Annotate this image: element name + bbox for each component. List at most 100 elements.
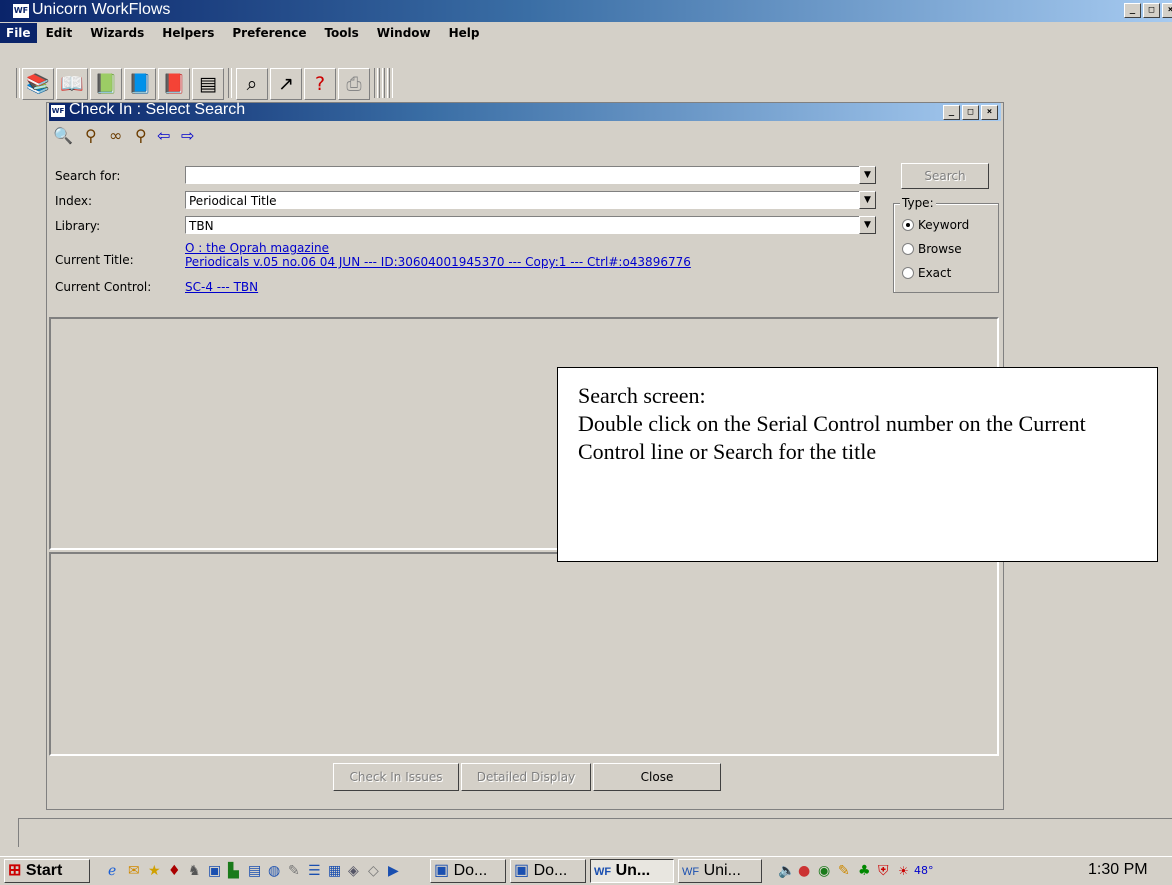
right-arrow-icon[interactable]: ⇨: [181, 125, 194, 147]
menu-edit[interactable]: Edit: [37, 26, 82, 40]
app-icon-9[interactable]: ◇: [368, 862, 379, 880]
minimize-button[interactable]: _: [1124, 3, 1141, 18]
task-unicorn-2-label: Uni...: [703, 862, 741, 879]
app-icon-10[interactable]: ▶: [388, 862, 399, 880]
task-doc-2[interactable]: ▣ Do...: [510, 859, 586, 883]
radio-browse[interactable]: Browse: [902, 242, 962, 256]
radio-exact-label: Exact: [918, 266, 952, 280]
word-icon[interactable]: ▣: [208, 862, 221, 880]
child-title-bar: WF Check In : Select Search _ □ ×: [49, 101, 1001, 121]
menu-preference[interactable]: Preference: [223, 26, 315, 40]
menu-wizards[interactable]: Wizards: [81, 26, 153, 40]
search-button[interactable]: Search: [901, 163, 989, 189]
menu-file[interactable]: File: [0, 23, 37, 43]
weather-icon[interactable]: ☀: [898, 862, 909, 880]
radio-keyword[interactable]: Keyword: [902, 218, 969, 232]
app-icon-1[interactable]: ♦: [168, 862, 181, 880]
current-title-label: Current Title:: [55, 253, 134, 267]
index-select[interactable]: Periodical Title: [185, 191, 873, 209]
radio-browse-dot[interactable]: [902, 243, 914, 255]
weather-temp: 48°: [914, 864, 934, 877]
word-doc-icon: ▣: [514, 862, 530, 879]
app-icon-2[interactable]: ♞: [188, 862, 201, 880]
menu-window[interactable]: Window: [368, 26, 440, 40]
app-icon-6[interactable]: ☰: [308, 862, 321, 880]
tray-icon-2[interactable]: ◉: [818, 862, 830, 880]
help-icon[interactable]: ?: [304, 68, 336, 100]
callout-text: Double click on the Serial Control numbe…: [578, 411, 1086, 464]
tray-icon-5[interactable]: ⛨: [878, 862, 889, 880]
checkin-icon[interactable]: 📖: [56, 68, 88, 100]
app-icon-4[interactable]: ◍: [268, 862, 280, 880]
binoculars-icon[interactable]: 🔍: [53, 125, 73, 147]
search-for-dropdown-icon[interactable]: ▼: [859, 166, 876, 184]
renew-icon[interactable]: 📗: [90, 68, 122, 100]
type-label: Type:: [900, 196, 936, 210]
task-unicorn-1[interactable]: WF Un...: [590, 859, 674, 883]
mail-icon[interactable]: ✉: [128, 862, 140, 880]
library-dropdown-icon[interactable]: ▼: [859, 216, 876, 234]
print-icon[interactable]: ⎙: [338, 68, 370, 100]
menu-help[interactable]: Help: [440, 26, 489, 40]
maximize-button[interactable]: □: [1143, 3, 1160, 18]
child-app-icon: WF: [51, 105, 65, 117]
clock: 1:30 PM: [1088, 861, 1148, 878]
detail-pane[interactable]: [49, 552, 999, 756]
child-minimize-button[interactable]: _: [943, 105, 960, 120]
app-icon-8[interactable]: ◈: [348, 862, 359, 880]
child-maximize-button[interactable]: □: [962, 105, 979, 120]
current-item-link[interactable]: Periodicals v.05 no.06 04 JUN --- ID:306…: [185, 255, 691, 269]
find-item-icon[interactable]: ⚲: [135, 125, 147, 147]
volume-icon[interactable]: 🔈: [778, 862, 795, 880]
glasses-icon[interactable]: ∞: [109, 125, 122, 147]
left-arrow-icon[interactable]: ⇦: [157, 125, 170, 147]
app-icon-5[interactable]: ✎: [288, 862, 300, 880]
tray-icon-3[interactable]: ✎: [838, 862, 850, 880]
chart-icon[interactable]: ▙: [228, 862, 239, 880]
current-title-link[interactable]: O : the Oprah magazine: [185, 241, 329, 255]
word-doc-icon: ▣: [434, 862, 450, 879]
windows-logo-icon: ⊞: [8, 862, 22, 879]
reports-icon[interactable]: ↗: [270, 68, 302, 100]
taskbar: ⊞ Start ℯ ✉ ★ ♦ ♞ ▣ ▙ ▤ ◍ ✎ ☰ ▦ ◈ ◇ ▶ ▣ …: [0, 856, 1172, 885]
tray-icon-4[interactable]: ♣: [858, 862, 871, 880]
checkout-icon[interactable]: 📚: [22, 68, 54, 100]
library-select[interactable]: TBN: [185, 216, 873, 234]
search-for-input[interactable]: [185, 166, 873, 184]
radio-keyword-dot[interactable]: [902, 219, 914, 231]
tray-icon-1[interactable]: ●: [798, 862, 810, 880]
display-icon[interactable]: ▤: [192, 68, 224, 100]
app-icon-7[interactable]: ▦: [328, 862, 341, 880]
search-for-label: Search for:: [55, 169, 121, 183]
close-window-button[interactable]: Close: [593, 763, 721, 791]
check-in-issues-button[interactable]: Check In Issues: [333, 763, 459, 791]
close-button[interactable]: ×: [1162, 3, 1172, 18]
search-icon[interactable]: ⌕: [236, 68, 268, 100]
current-control-label: Current Control:: [55, 280, 152, 294]
radio-exact-dot[interactable]: [902, 267, 914, 279]
current-control-link[interactable]: SC-4 --- TBN: [185, 280, 258, 294]
type-group: Type: Keyword Browse Exact: [893, 196, 999, 293]
edit-user-icon[interactable]: 📘: [124, 68, 156, 100]
child-close-button[interactable]: ×: [981, 105, 998, 120]
task-doc-1[interactable]: ▣ Do...: [430, 859, 506, 883]
menu-bar: File Edit Wizards Helpers Preference Too…: [0, 22, 1172, 44]
star-icon[interactable]: ★: [148, 862, 161, 880]
ie-icon[interactable]: ℯ: [108, 862, 116, 880]
callout-note: Search screen: Double click on the Seria…: [557, 367, 1158, 562]
radio-keyword-label: Keyword: [918, 218, 970, 232]
index-label: Index:: [55, 194, 93, 208]
index-dropdown-icon[interactable]: ▼: [859, 191, 876, 209]
task-doc-2-label: Do...: [533, 862, 568, 879]
app-icon: WF: [12, 3, 30, 19]
radio-exact[interactable]: Exact: [902, 266, 951, 280]
start-button[interactable]: ⊞ Start: [4, 859, 90, 883]
binoculars-alt-icon[interactable]: ⚲: [85, 125, 97, 147]
app-icon-3[interactable]: ▤: [248, 862, 261, 880]
detailed-display-button[interactable]: Detailed Display: [461, 763, 591, 791]
discharge-icon[interactable]: 📕: [158, 68, 190, 100]
status-bar: [18, 818, 1172, 847]
task-unicorn-2[interactable]: WF Uni...: [678, 859, 762, 883]
menu-helpers[interactable]: Helpers: [153, 26, 223, 40]
menu-tools[interactable]: Tools: [315, 26, 367, 40]
